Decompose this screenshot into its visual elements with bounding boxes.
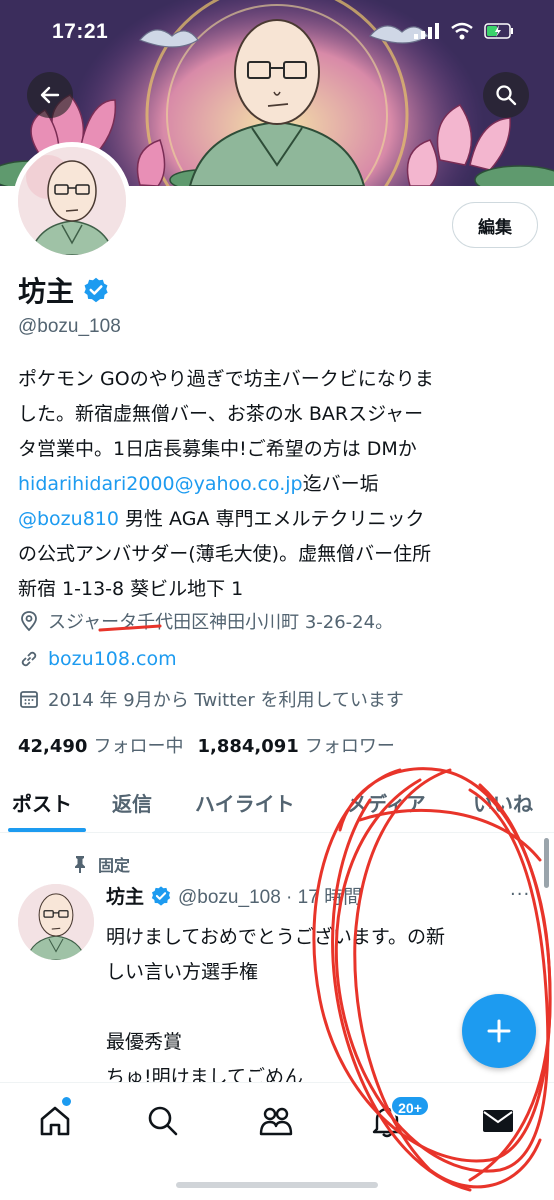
plus-icon (487, 1019, 511, 1043)
mail-icon[interactable] (480, 1103, 516, 1139)
pinned-label: 固定 (72, 852, 130, 876)
bio-line: した。新宿虚無僧バー、お茶の水 BARスジャー (18, 403, 424, 425)
tab-replies[interactable]: 返信 (112, 788, 152, 817)
post-avatar[interactable] (18, 884, 94, 960)
arrow-left-icon (40, 86, 60, 104)
location-text: スジャータ千代田区神田小川町 3-26-24。 (48, 612, 394, 633)
verified-badge-icon[interactable] (82, 276, 110, 304)
tab-media[interactable]: メディア (347, 788, 426, 817)
avatar-image (18, 147, 126, 255)
bio-email-link[interactable]: hidarihidari2000@yahoo.co.jp (18, 473, 303, 495)
profile-location: スジャータ千代田区神田小川町 3-26-24。 (18, 608, 393, 634)
status-bar: 17:21 (0, 0, 554, 58)
profile-handle: @bozu_108 (18, 316, 121, 337)
calendar-icon (20, 691, 38, 708)
post-author-name[interactable]: 坊主 (106, 882, 144, 909)
wifi-icon (451, 22, 473, 40)
pin-icon (75, 856, 85, 873)
verified-badge-icon (151, 885, 171, 906)
followers-link[interactable]: 1,884,091 フォロワー (197, 732, 394, 758)
link-icon (21, 651, 37, 667)
communities-icon[interactable] (258, 1103, 294, 1139)
home-unread-dot (62, 1097, 71, 1106)
bio-mention-link[interactable]: @bozu810 (18, 508, 119, 530)
search-button[interactable] (483, 72, 529, 118)
edit-profile-button[interactable]: 編集 (452, 202, 538, 248)
website-link[interactable]: bozu108.com (48, 648, 177, 670)
pinned-text: 固定 (98, 856, 131, 875)
bio-line: 新宿 1-13-8 葵ビル地下 1 (18, 578, 244, 600)
bio-line: @bozu810 男性 AGA 専門エメルテクリニック (18, 502, 543, 537)
tab-likes[interactable]: いいね (473, 788, 533, 817)
post-header: 坊主 @bozu_108 · 17 時間 (106, 882, 362, 909)
battery-icon (484, 23, 513, 39)
back-button[interactable] (27, 72, 73, 118)
following-count: 42,490 (18, 736, 88, 757)
followers-count: 1,884,091 (197, 736, 299, 757)
search-icon (496, 85, 517, 106)
post-more-button[interactable]: ··· (510, 884, 530, 905)
followers-label: フォロワー (304, 736, 395, 757)
bio-text: 迄バー垢 (302, 473, 379, 495)
active-tab-indicator (8, 828, 86, 832)
joined-text: 2014 年 9月から Twitter を利用しています (48, 690, 404, 711)
home-indicator (176, 1182, 378, 1188)
bio-line: タ営業中。1日店長募集中!ご希望の方は DMか (18, 438, 417, 460)
bio-line: の公式アンバサダー(薄毛大使)。虚無僧バー住所 (18, 543, 432, 565)
profile-name-row: 坊主 (18, 270, 110, 310)
profile-website[interactable]: bozu108.com (18, 648, 177, 670)
compose-button[interactable] (462, 994, 536, 1068)
post-handle-time: @bozu_108 · 17 時間 (178, 887, 363, 908)
profile-bio: ポケモン GOのやり過ぎで坊主バークビになりま した。新宿虚無僧バー、お茶の水 … (18, 362, 543, 607)
bio-text: 男性 AGA 専門エメルテクリニック (118, 508, 425, 530)
signal-icon (414, 23, 439, 39)
home-icon[interactable] (37, 1103, 73, 1139)
search-icon[interactable] (145, 1103, 181, 1139)
bio-line: hidarihidari2000@yahoo.co.jp迄バー垢 (18, 467, 543, 502)
scrollbar[interactable] (544, 838, 549, 888)
following-link[interactable]: 42,490 フォロー中 (18, 732, 183, 758)
profile-avatar[interactable] (13, 142, 131, 260)
location-pin-icon (21, 611, 37, 632)
bio-line: ポケモン GOのやり過ぎで坊主バークビになりま (18, 368, 434, 390)
tab-posts[interactable]: ポスト (12, 788, 72, 817)
status-time: 17:21 (52, 20, 109, 43)
status-icons (414, 22, 514, 40)
profile-name: 坊主 (18, 275, 75, 308)
tab-highlights[interactable]: ハイライト (195, 788, 295, 817)
profile-joined: 2014 年 9月から Twitter を利用しています (18, 686, 404, 712)
notification-badge: 20+ (390, 1095, 430, 1117)
following-label: フォロー中 (93, 736, 184, 757)
follow-stats: 42,490 フォロー中 1,884,091 フォロワー (18, 732, 395, 758)
profile-tabs: ポスト 返信 ハイライト メディア いいね (0, 778, 554, 833)
